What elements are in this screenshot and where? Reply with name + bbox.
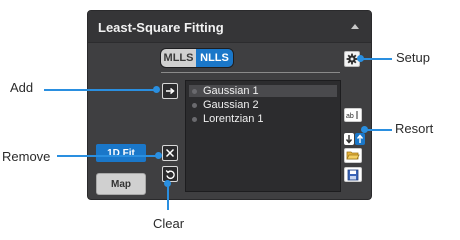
panel-title: Least-Square Fitting (98, 20, 224, 35)
callout-add-dot (153, 86, 160, 93)
callout-resort-label: Resort (395, 121, 434, 136)
fit-1d-button[interactable]: 1D Fit (96, 144, 146, 162)
callout-add-line (44, 89, 156, 91)
sort-alpha-button[interactable]: ab (344, 108, 362, 122)
chevron-up-icon[interactable] (351, 24, 359, 29)
fit-function-list[interactable]: Gaussian 1 Gaussian 2 Lorentzian 1 (185, 80, 341, 192)
sort-down-button[interactable] (344, 133, 354, 145)
list-item-label: Gaussian 1 (203, 85, 259, 97)
callout-add-label: Add (10, 80, 34, 95)
close-icon (165, 148, 175, 158)
folder-open-icon (346, 151, 360, 160)
bullet-icon (192, 89, 197, 94)
sort-up-button[interactable] (355, 133, 365, 145)
callout-clear-label: Clear (153, 216, 185, 231)
remove-button[interactable] (162, 145, 178, 161)
arrow-down-icon (345, 135, 353, 144)
callout-remove-line (57, 155, 158, 157)
least-square-fitting-panel: Least-Square Fitting MLLS NLLS Gaussian … (87, 10, 372, 200)
list-item-label: Gaussian 2 (203, 99, 259, 111)
sort-alpha-icon: ab (346, 111, 358, 120)
save-icon (347, 169, 359, 180)
mode-mlls-button[interactable]: MLLS (161, 49, 197, 67)
list-item[interactable]: Lorentzian 1 (189, 113, 337, 125)
callout-setup-label: Setup (396, 50, 430, 65)
resort-buttons (344, 133, 366, 145)
arrow-right-icon (166, 87, 175, 95)
mode-nlls-button[interactable]: NLLS (196, 49, 233, 67)
callout-remove-label: Remove (2, 149, 51, 164)
callout-clear-dot (164, 180, 171, 187)
svg-text:ab: ab (346, 113, 354, 120)
list-item[interactable]: Gaussian 2 (189, 99, 337, 111)
bullet-icon (192, 103, 197, 108)
save-button[interactable] (344, 167, 362, 182)
callout-setup-line (360, 58, 392, 60)
undo-icon (165, 169, 175, 179)
callout-remove-dot (155, 152, 162, 159)
separator-line (161, 72, 340, 73)
panel-header: Least-Square Fitting (88, 11, 371, 43)
list-item-label: Lorentzian 1 (203, 113, 264, 125)
fit-mode-toggle: MLLS NLLS (160, 48, 234, 68)
callout-resort-line (364, 129, 392, 131)
open-button[interactable] (344, 148, 362, 163)
list-item[interactable]: Gaussian 1 (189, 85, 337, 97)
arrow-up-icon (356, 134, 364, 143)
bullet-icon (192, 117, 197, 122)
add-button[interactable] (162, 83, 178, 99)
map-button[interactable]: Map (96, 173, 146, 195)
callout-clear-line (167, 183, 169, 210)
clear-button[interactable] (162, 166, 178, 182)
